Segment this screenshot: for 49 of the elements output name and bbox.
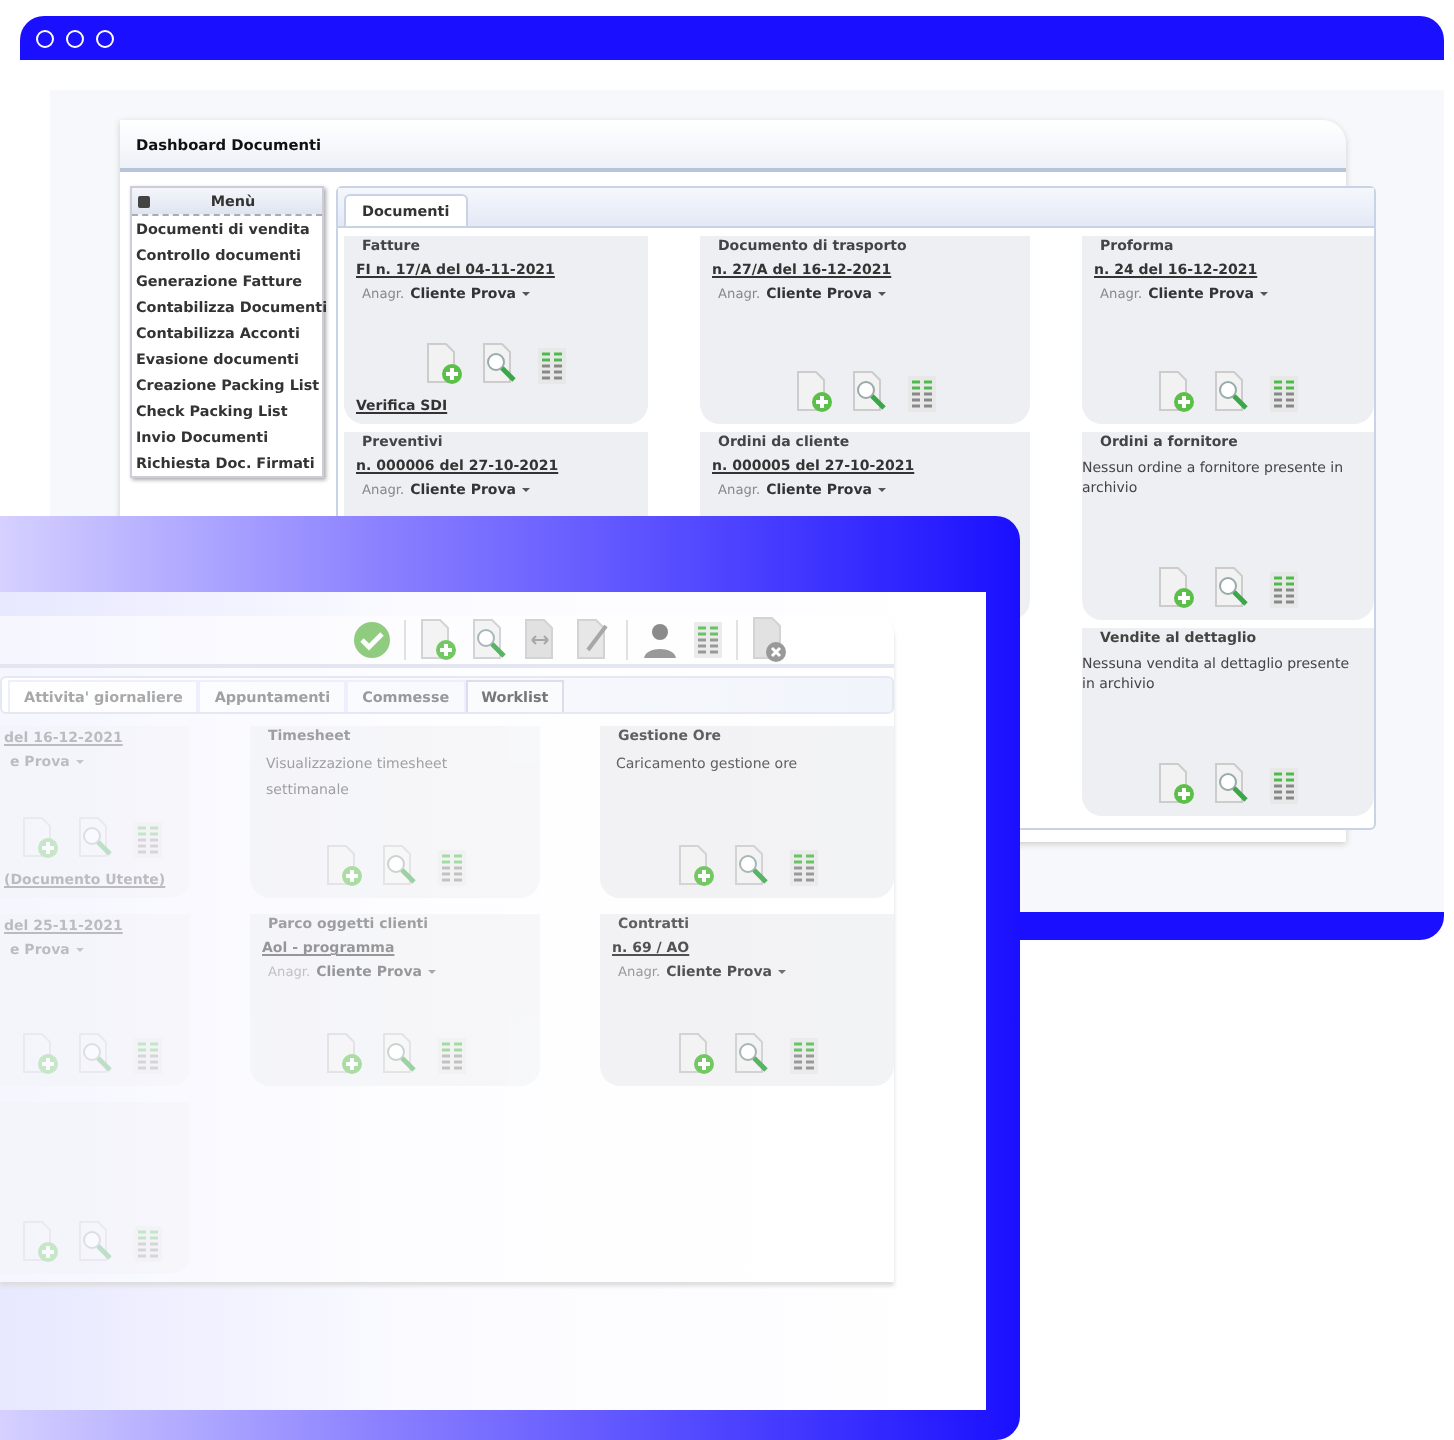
caret-icon[interactable]	[522, 292, 531, 296]
striped-document-icon[interactable]	[1268, 570, 1300, 610]
document-plus-icon[interactable]	[793, 370, 833, 414]
document-plus-icon[interactable]	[19, 1220, 59, 1264]
document-magnifier-icon[interactable]	[731, 844, 771, 888]
document-plus-icon[interactable]	[675, 844, 715, 888]
document-plus-icon[interactable]	[323, 844, 363, 888]
document-magnifier-icon[interactable]	[1212, 566, 1252, 610]
striped-document-icon[interactable]	[1268, 766, 1300, 806]
person-icon[interactable]	[640, 620, 680, 660]
striped-document-icon[interactable]	[536, 346, 568, 386]
document-plus-icon[interactable]	[424, 342, 464, 386]
document-magnifier-icon[interactable]	[379, 1032, 419, 1076]
collapse-icon[interactable]	[138, 195, 150, 207]
document-plus-icon[interactable]	[323, 1032, 363, 1076]
document-magnifier-icon[interactable]	[1212, 370, 1252, 414]
striped-document-icon[interactable]	[905, 374, 937, 414]
document-plus-icon[interactable]	[675, 1032, 715, 1076]
document-magnifier-icon[interactable]	[75, 816, 115, 860]
caret-icon[interactable]	[878, 292, 887, 296]
document-magnifier-icon[interactable]	[849, 370, 889, 414]
striped-document-icon[interactable]	[435, 1036, 467, 1076]
document-plus-icon[interactable]	[418, 618, 458, 662]
document-plus-icon[interactable]	[19, 1032, 59, 1076]
caret-icon[interactable]	[1260, 292, 1269, 296]
striped-document-icon[interactable]	[787, 848, 819, 888]
window-dot-icon[interactable]	[36, 29, 54, 47]
check-circle-icon[interactable]	[352, 620, 392, 660]
document-plus-icon[interactable]	[19, 816, 59, 860]
document-magnifier-icon[interactable]	[470, 618, 510, 662]
document-magnifier-icon[interactable]	[75, 1220, 115, 1264]
document-magnifier-icon[interactable]	[75, 1032, 115, 1076]
striped-document-icon[interactable]	[692, 620, 724, 660]
window-dot-icon[interactable]	[96, 29, 114, 47]
window-dot-icon[interactable]	[66, 29, 84, 47]
document-magnifier-icon[interactable]	[379, 844, 419, 888]
caret-icon[interactable]	[878, 488, 887, 492]
caret-icon[interactable]	[778, 970, 787, 974]
document-magnifier-icon[interactable]	[1212, 762, 1252, 806]
striped-document-icon[interactable]	[435, 848, 467, 888]
striped-document-icon[interactable]	[1268, 374, 1300, 414]
caret-icon[interactable]	[522, 488, 531, 492]
document-plus-icon[interactable]	[1156, 370, 1196, 414]
document-magnifier-icon[interactable]	[480, 342, 520, 386]
document-plus-icon[interactable]	[1156, 566, 1196, 610]
striped-document-icon[interactable]	[787, 1036, 819, 1076]
document-plus-icon[interactable]	[1156, 762, 1196, 806]
document-cross-icon[interactable]	[750, 616, 790, 664]
document-magnifier-icon[interactable]	[731, 1032, 771, 1076]
